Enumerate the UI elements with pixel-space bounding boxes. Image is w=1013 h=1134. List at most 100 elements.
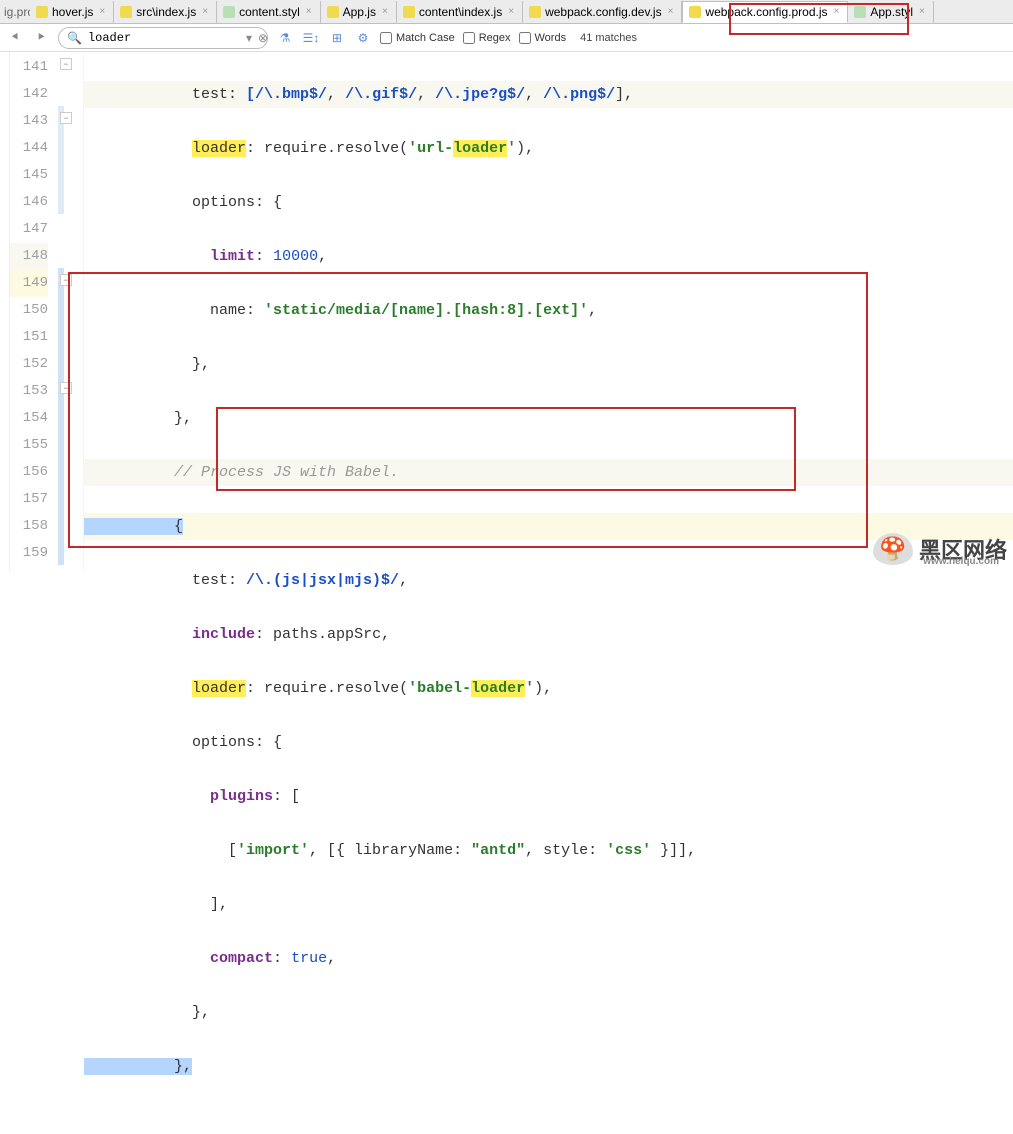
select-all-icon[interactable]: ☰↕ [302, 29, 320, 47]
line-number: 158 [10, 513, 48, 540]
words-option[interactable]: Words [519, 32, 567, 44]
code-line[interactable]: options: { [84, 189, 1013, 216]
close-icon[interactable]: × [380, 6, 390, 17]
line-number: 152 [10, 351, 48, 378]
js-icon [689, 6, 701, 18]
tab-label: src\index.js [136, 5, 196, 19]
styl-icon [854, 6, 866, 18]
tab-label: App.js [343, 5, 376, 19]
line-number: 150 [10, 297, 48, 324]
js-icon [327, 6, 339, 18]
code-line[interactable]: ['import', [{ libraryName: "antd", style… [84, 837, 1013, 864]
line-number: 149 [10, 270, 48, 297]
fold-toggle-icon[interactable]: − [60, 382, 72, 394]
next-occurrence-button[interactable]: ⯈ [32, 29, 50, 47]
tab-src-index-js[interactable]: src\index.js × [114, 1, 217, 23]
fold-toggle-icon[interactable]: − [60, 58, 72, 70]
regex-option[interactable]: Regex [463, 32, 511, 44]
code-line[interactable]: { [84, 513, 1013, 540]
code-line[interactable]: test: [/\.bmp$/, /\.gif$/, /\.jpe?g$/, /… [84, 81, 1013, 108]
tab-label: hover.js [52, 5, 93, 19]
styl-icon [223, 6, 235, 18]
search-box[interactable]: 🔍 ▾ ⊗ [58, 27, 268, 49]
tab-app-js[interactable]: App.js × [321, 1, 397, 23]
code-line[interactable]: plugins: [ [84, 783, 1013, 810]
code-line[interactable]: ], [84, 891, 1013, 918]
js-icon [120, 6, 132, 18]
line-number: 157 [10, 486, 48, 513]
clear-icon[interactable]: ⊗ [258, 31, 268, 45]
code-line[interactable]: }, [84, 999, 1013, 1026]
tab-content-index-js[interactable]: content\index.js × [397, 1, 523, 23]
line-number: 148 [10, 243, 48, 270]
settings-icon[interactable]: ⚙ [354, 29, 372, 47]
js-icon [529, 6, 541, 18]
line-number: 146 [10, 189, 48, 216]
code-line[interactable]: include: paths.appSrc, [84, 621, 1013, 648]
tab-label: App.styl [870, 5, 913, 19]
js-icon [403, 6, 415, 18]
tab-app-styl[interactable]: App.styl × [848, 1, 934, 23]
tab-bar: ig.prod.js hover.js × src\index.js × conte… [0, 0, 1013, 24]
line-number: 145 [10, 162, 48, 189]
code-line[interactable]: compact: true, [84, 945, 1013, 972]
code-line[interactable]: loader: require.resolve('babel-loader'), [84, 675, 1013, 702]
code-line[interactable]: }, [84, 405, 1013, 432]
close-icon[interactable]: × [200, 6, 210, 17]
line-number: 143 [10, 108, 48, 135]
match-case-checkbox[interactable] [380, 32, 392, 44]
code-line[interactable]: name: 'static/media/[name].[hash:8].[ext… [84, 297, 1013, 324]
line-number: 147 [10, 216, 48, 243]
code-line[interactable]: }, [84, 1053, 1013, 1080]
code-line[interactable]: test: /\.(js|jsx|mjs)$/, [84, 567, 1013, 594]
fold-rail [58, 268, 64, 565]
editor: 141 142 143 144 145 146 147 148 149 150 … [0, 52, 1013, 571]
tab-content-styl[interactable]: content.styl × [217, 1, 321, 23]
search-input[interactable] [88, 31, 240, 45]
match-case-option[interactable]: Match Case [380, 32, 455, 44]
code-line[interactable]: limit: 10000, [84, 243, 1013, 270]
filter-icon[interactable]: ⚗ [276, 29, 294, 47]
line-number: 144 [10, 135, 48, 162]
code-line[interactable]: options: { [84, 729, 1013, 756]
tab-label: content.styl [239, 5, 300, 19]
close-icon[interactable]: × [506, 6, 516, 17]
tab-webpack-prod[interactable]: webpack.config.prod.js × [682, 1, 848, 23]
line-number: 151 [10, 324, 48, 351]
words-checkbox[interactable] [519, 32, 531, 44]
prev-occurrence-button[interactable]: ⯇ [6, 29, 24, 47]
code-line[interactable]: // Process JS with Babel. [84, 459, 1013, 486]
code-area[interactable]: test: [/\.bmp$/, /\.gif$/, /\.jpe?g$/, /… [84, 52, 1013, 571]
history-icon[interactable]: ▾ [246, 31, 252, 45]
close-icon[interactable]: × [304, 6, 314, 17]
line-number: 159 [10, 540, 48, 567]
tab-label: webpack.config.prod.js [705, 5, 827, 19]
fold-gutter[interactable]: − − − − [56, 52, 84, 571]
line-number: 155 [10, 432, 48, 459]
js-icon [36, 6, 48, 18]
match-count: 41 matches [574, 32, 637, 44]
fold-toggle-icon[interactable]: − [60, 112, 72, 124]
line-number: 153 [10, 378, 48, 405]
tab-hover-js[interactable]: hover.js × [30, 1, 114, 23]
close-icon[interactable]: × [832, 6, 842, 17]
fold-toggle-icon[interactable]: − [60, 274, 72, 286]
line-number: 142 [10, 81, 48, 108]
tab-label: webpack.config.dev.js [545, 5, 662, 19]
tab-webpack-dev[interactable]: webpack.config.dev.js × [523, 1, 682, 23]
line-number: 154 [10, 405, 48, 432]
breakpoint-gutter[interactable] [0, 52, 10, 571]
code-line[interactable]: loader: require.resolve('url-loader'), [84, 135, 1013, 162]
add-selection-icon[interactable]: ⊞ [328, 29, 346, 47]
close-icon[interactable]: × [666, 6, 676, 17]
line-number: 141 [10, 54, 48, 81]
close-icon[interactable]: × [917, 6, 927, 17]
code-line[interactable]: }, [84, 351, 1013, 378]
find-bar: ⯇ ⯈ 🔍 ▾ ⊗ ⚗ ☰↕ ⊞ ⚙ Match Case Regex Word… [0, 24, 1013, 52]
regex-checkbox[interactable] [463, 32, 475, 44]
search-icon: 🔍 [67, 31, 82, 45]
tab-label: content\index.js [419, 5, 502, 19]
tab-overflow-left: ig.prod.js [0, 0, 30, 23]
close-icon[interactable]: × [97, 6, 107, 17]
line-number: 156 [10, 459, 48, 486]
